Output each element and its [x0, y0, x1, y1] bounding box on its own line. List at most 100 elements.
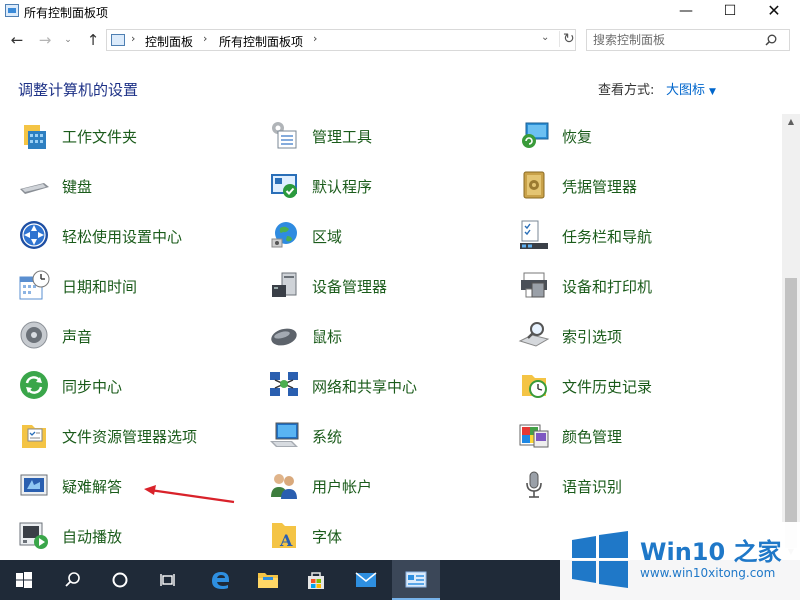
- item-label[interactable]: 文件资源管理器选项: [62, 426, 197, 447]
- item-file-history[interactable]: 文件历史记录: [518, 365, 758, 405]
- control-panel-app-icon: [5, 4, 19, 17]
- item-date-time[interactable]: 日期和时间: [18, 265, 258, 305]
- item-autoplay[interactable]: 自动播放: [18, 515, 258, 555]
- up-button[interactable]: ↑: [84, 30, 102, 50]
- search-icon[interactable]: [765, 34, 777, 46]
- scrollbar-thumb[interactable]: [785, 278, 797, 548]
- item-label[interactable]: 任务栏和导航: [562, 226, 652, 247]
- forward-button[interactable]: →: [36, 30, 54, 50]
- maximize-button[interactable]: ☐: [708, 0, 752, 24]
- view-by-value[interactable]: 大图标: [666, 83, 705, 98]
- item-label[interactable]: 恢复: [562, 126, 592, 147]
- task-view-button[interactable]: [144, 560, 192, 600]
- item-sync-center[interactable]: 同步中心: [18, 365, 258, 405]
- file-explorer-button[interactable]: [244, 560, 292, 600]
- device-manager-icon: [272, 272, 297, 297]
- recent-locations-button[interactable]: ⌄: [62, 30, 74, 50]
- item-work-folders[interactable]: 工作文件夹: [18, 115, 258, 155]
- keyboard-icon: [20, 183, 49, 194]
- back-button[interactable]: ←: [8, 30, 26, 50]
- item-ease-of-access[interactable]: 轻松使用设置中心: [18, 215, 258, 255]
- item-label[interactable]: 声音: [62, 326, 92, 347]
- item-label[interactable]: 轻松使用设置中心: [62, 226, 182, 247]
- item-label[interactable]: 用户帐户: [312, 476, 372, 497]
- search-box[interactable]: [586, 29, 790, 51]
- item-label[interactable]: 颜色管理: [562, 426, 622, 447]
- cortana-button[interactable]: [96, 560, 144, 600]
- window-title: 所有控制面板项: [24, 6, 109, 20]
- item-label[interactable]: 自动播放: [62, 526, 122, 547]
- view-by-dropdown[interactable]: 大图标 ▼: [666, 79, 716, 98]
- windows-logo-icon: [572, 531, 628, 588]
- item-label[interactable]: 疑难解答: [62, 476, 122, 497]
- item-label[interactable]: 凭据管理器: [562, 176, 637, 197]
- item-admin-tools[interactable]: 管理工具: [268, 115, 508, 155]
- edge-button[interactable]: [196, 560, 244, 600]
- refresh-button[interactable]: ↻: [559, 31, 575, 47]
- chevron-down-icon[interactable]: ▼: [709, 87, 716, 97]
- cortana-icon: [112, 572, 128, 588]
- item-label[interactable]: 日期和时间: [62, 276, 137, 297]
- watermark-title: Win10 之家: [640, 538, 782, 566]
- mail-icon: [355, 572, 377, 587]
- item-credential-manager[interactable]: 凭据管理器: [518, 165, 758, 205]
- item-devices-printers[interactable]: 设备和打印机: [518, 265, 758, 305]
- item-region[interactable]: 区域: [268, 215, 508, 255]
- page-title: 调整计算机的设置: [18, 81, 139, 99]
- item-sound[interactable]: 声音: [18, 315, 258, 355]
- item-label[interactable]: 设备管理器: [312, 276, 387, 297]
- item-label[interactable]: 字体: [312, 526, 342, 547]
- item-user-accounts[interactable]: 用户帐户: [268, 465, 508, 505]
- item-label[interactable]: 同步中心: [62, 376, 122, 397]
- fonts-icon: A: [272, 523, 296, 550]
- close-button[interactable]: ✕: [752, 0, 796, 24]
- item-mouse[interactable]: 鼠标: [268, 315, 508, 355]
- breadcrumb-separator[interactable]: ›: [313, 32, 317, 45]
- minimize-button[interactable]: —: [664, 0, 708, 24]
- file-history-icon: [522, 375, 547, 398]
- item-network-sharing[interactable]: 网络和共享中心: [268, 365, 508, 405]
- search-input[interactable]: [593, 32, 763, 48]
- taskbar-navigation-icon: [520, 220, 548, 249]
- control-panel-taskbar-button[interactable]: [392, 560, 440, 600]
- store-button[interactable]: [292, 560, 340, 600]
- breadcrumb-all-items[interactable]: 所有控制面板项: [219, 33, 303, 50]
- item-system[interactable]: 系统: [268, 415, 508, 455]
- item-label[interactable]: 文件历史记录: [562, 376, 652, 397]
- item-label[interactable]: 管理工具: [312, 126, 372, 147]
- item-label[interactable]: 语音识别: [562, 476, 622, 497]
- item-label[interactable]: 键盘: [62, 176, 92, 197]
- watermark-url: www.win10xitong.com: [640, 566, 776, 580]
- item-label[interactable]: 工作文件夹: [62, 126, 137, 147]
- start-button[interactable]: [0, 560, 48, 600]
- item-label[interactable]: 鼠标: [312, 326, 342, 347]
- item-label[interactable]: 网络和共享中心: [312, 376, 417, 397]
- item-speech-recognition[interactable]: 语音识别: [518, 465, 758, 505]
- item-label[interactable]: 设备和打印机: [562, 276, 652, 297]
- breadcrumb-separator[interactable]: ›: [131, 32, 135, 45]
- network-sharing-icon: [270, 372, 298, 396]
- taskbar-search-button[interactable]: [48, 560, 96, 600]
- item-label[interactable]: 区域: [312, 226, 342, 247]
- item-color-management[interactable]: 颜色管理: [518, 415, 758, 455]
- address-dropdown-button[interactable]: ⌄: [541, 32, 549, 43]
- vertical-scrollbar[interactable]: ▲ ▼: [782, 114, 800, 560]
- item-label[interactable]: 索引选项: [562, 326, 622, 347]
- item-explorer-options[interactable]: 文件资源管理器选项: [18, 415, 258, 455]
- item-default-programs[interactable]: 默认程序: [268, 165, 508, 205]
- scroll-up-icon[interactable]: ▲: [782, 114, 800, 130]
- mail-button[interactable]: [342, 560, 390, 600]
- item-taskbar-navigation[interactable]: 任务栏和导航: [518, 215, 758, 255]
- item-indexing-options[interactable]: 索引选项: [518, 315, 758, 355]
- edge-icon: [212, 572, 229, 589]
- breadcrumb-separator[interactable]: ›: [203, 32, 207, 45]
- item-fonts[interactable]: A 字体: [268, 515, 508, 555]
- item-recovery[interactable]: 恢复: [518, 115, 758, 155]
- item-label[interactable]: 默认程序: [312, 176, 372, 197]
- breadcrumb-control-panel[interactable]: 控制面板: [145, 33, 193, 50]
- item-device-manager[interactable]: 设备管理器: [268, 265, 508, 305]
- item-keyboard[interactable]: 键盘: [18, 165, 258, 205]
- color-management-icon: [519, 424, 549, 448]
- address-bar[interactable]: › 控制面板 › 所有控制面板项 › ⌄ ↻: [106, 29, 576, 51]
- item-label[interactable]: 系统: [312, 426, 342, 447]
